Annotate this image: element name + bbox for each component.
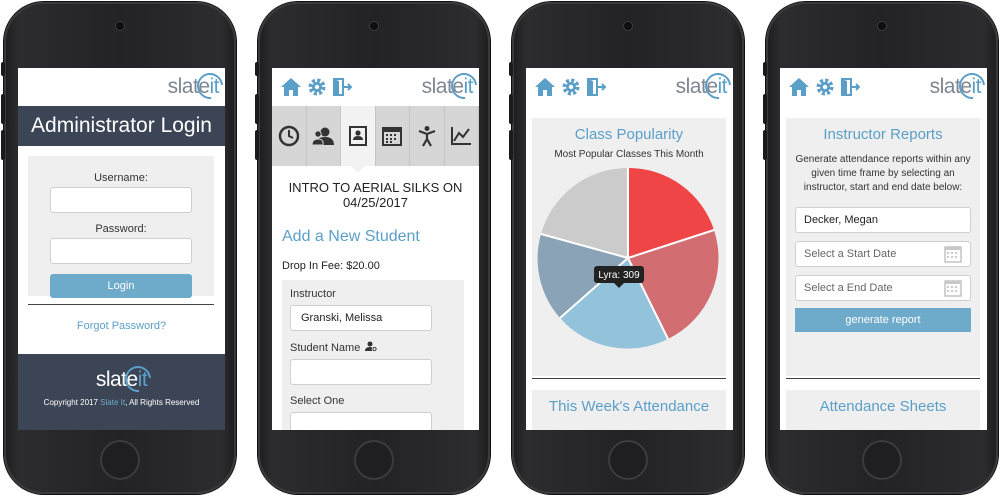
select-one-dropdown[interactable] bbox=[290, 412, 432, 430]
add-user-icon[interactable] bbox=[365, 341, 378, 352]
clock-icon bbox=[278, 125, 299, 147]
logout-icon[interactable] bbox=[332, 77, 352, 97]
copyright-brand-link[interactable]: Slate It bbox=[100, 398, 125, 407]
instructor-label: Instructor bbox=[290, 288, 336, 300]
forgot-password-link[interactable]: Forgot Password? bbox=[18, 320, 225, 332]
drop-in-fee: Drop In Fee: $20.00 bbox=[282, 260, 380, 272]
login-form: Username: Password: Login bbox=[28, 156, 214, 298]
header: slateit bbox=[272, 68, 479, 106]
screen-login: slateit Administrator Login Username: Pa… bbox=[18, 68, 225, 430]
camera bbox=[116, 22, 124, 30]
logout-icon[interactable] bbox=[840, 77, 860, 97]
footer: slateit Copyright 2017 Slate It, All Rig… bbox=[18, 354, 225, 430]
page-title: Administrator Login bbox=[18, 106, 225, 146]
tab-users[interactable] bbox=[307, 106, 341, 166]
pie-chart: Lyra: 309 bbox=[537, 167, 719, 349]
phone-frame-3: slateit Class Popularity Most Popular Cl… bbox=[509, 2, 744, 494]
instructor-input[interactable]: Granski, Melissa bbox=[290, 305, 432, 331]
home-button[interactable] bbox=[862, 440, 902, 480]
tab-bar bbox=[272, 106, 479, 173]
tab-students[interactable] bbox=[341, 106, 376, 173]
logout-icon[interactable] bbox=[586, 77, 606, 97]
divider bbox=[532, 378, 726, 379]
home-icon[interactable] bbox=[534, 77, 556, 97]
header: slateit bbox=[526, 68, 733, 106]
instructor-input[interactable]: Decker, Megan bbox=[795, 207, 971, 233]
header: slateit bbox=[780, 68, 987, 106]
home-icon[interactable] bbox=[788, 77, 810, 97]
slateit-logo: slateit bbox=[676, 68, 733, 105]
weekly-attendance-title: This Week's Attendance bbox=[548, 398, 710, 415]
home-button[interactable] bbox=[354, 440, 394, 480]
camera bbox=[370, 22, 378, 30]
tab-reports[interactable] bbox=[445, 106, 479, 166]
tab-schedule[interactable] bbox=[272, 106, 307, 166]
line-chart-icon bbox=[451, 127, 472, 145]
slateit-logo: slateit bbox=[168, 68, 225, 105]
username-label: Username: bbox=[94, 172, 148, 184]
password-input[interactable] bbox=[50, 238, 192, 264]
calendar-icon[interactable] bbox=[944, 245, 962, 263]
divider bbox=[28, 304, 214, 305]
screen-class-popularity: slateit Class Popularity Most Popular Cl… bbox=[526, 68, 733, 430]
contact-card-icon bbox=[348, 126, 367, 146]
start-date-input[interactable]: Select a Start Date bbox=[795, 241, 971, 267]
camera bbox=[624, 22, 632, 30]
add-student-form: Instructor Granski, Melissa Student Name… bbox=[282, 280, 464, 430]
divider bbox=[786, 378, 980, 379]
instructor-reports-title: Instructor Reports bbox=[823, 126, 943, 143]
gear-icon[interactable] bbox=[815, 77, 835, 97]
footer-logo: slateit bbox=[96, 360, 157, 398]
home-button[interactable] bbox=[100, 440, 140, 480]
weekly-attendance-panel: This Week's Attendance bbox=[532, 390, 726, 430]
password-label: Password: bbox=[95, 223, 147, 235]
home-icon[interactable] bbox=[280, 77, 302, 97]
student-name-input[interactable] bbox=[290, 359, 432, 385]
screen-instructor-reports: slateit Instructor Reports Generate atte… bbox=[780, 68, 987, 430]
chart-subtitle: Most Popular Classes This Month bbox=[554, 149, 704, 160]
slateit-logo: slateit bbox=[930, 68, 987, 105]
student-name-label: Student Name bbox=[290, 341, 456, 354]
class-popularity-title: Class Popularity bbox=[574, 126, 684, 143]
person-icon bbox=[418, 126, 436, 147]
login-button[interactable]: Login bbox=[50, 274, 192, 298]
tab-calendar[interactable] bbox=[376, 106, 410, 166]
username-input[interactable] bbox=[50, 187, 192, 213]
select-one-label: Select One bbox=[290, 395, 345, 407]
svg-text:Lyra: 309: Lyra: 309 bbox=[598, 270, 640, 281]
calendar-icon bbox=[382, 127, 403, 146]
gear-icon[interactable] bbox=[561, 77, 581, 97]
phone-frame-1: slateit Administrator Login Username: Pa… bbox=[1, 2, 236, 494]
class-title: INTRO TO AERIAL SILKS ON 04/25/2017 bbox=[288, 180, 463, 210]
copyright: Copyright 2017 Slate It, All Rights Rese… bbox=[43, 398, 200, 407]
attendance-sheets-title: Attendance Sheets bbox=[819, 398, 947, 415]
class-popularity-panel: Class Popularity Most Popular Classes Th… bbox=[532, 118, 726, 376]
tab-classes[interactable] bbox=[410, 106, 445, 166]
camera bbox=[878, 22, 886, 30]
reports-description: Generate attendance reports within any g… bbox=[795, 154, 971, 193]
phone-frame-4: slateit Instructor Reports Generate atte… bbox=[763, 2, 998, 494]
gear-icon[interactable] bbox=[307, 77, 327, 97]
home-button[interactable] bbox=[608, 440, 648, 480]
section-title: Add a New Student bbox=[282, 228, 420, 245]
attendance-sheets-panel: Attendance Sheets bbox=[786, 390, 980, 430]
calendar-icon[interactable] bbox=[944, 279, 962, 297]
phone-frame-2: slateit INTRO TO AERIAL SILKS ON 04/25/2… bbox=[255, 2, 490, 494]
instructor-reports-panel: Instructor Reports Generate attendance r… bbox=[786, 118, 980, 376]
slateit-logo: slateit bbox=[422, 68, 479, 105]
screen-add-student: slateit INTRO TO AERIAL SILKS ON 04/25/2… bbox=[272, 68, 479, 430]
end-date-input[interactable]: Select a End Date bbox=[795, 275, 971, 301]
users-icon bbox=[311, 127, 335, 146]
generate-report-button[interactable]: generate report bbox=[795, 308, 971, 332]
header: slateit bbox=[18, 68, 225, 106]
